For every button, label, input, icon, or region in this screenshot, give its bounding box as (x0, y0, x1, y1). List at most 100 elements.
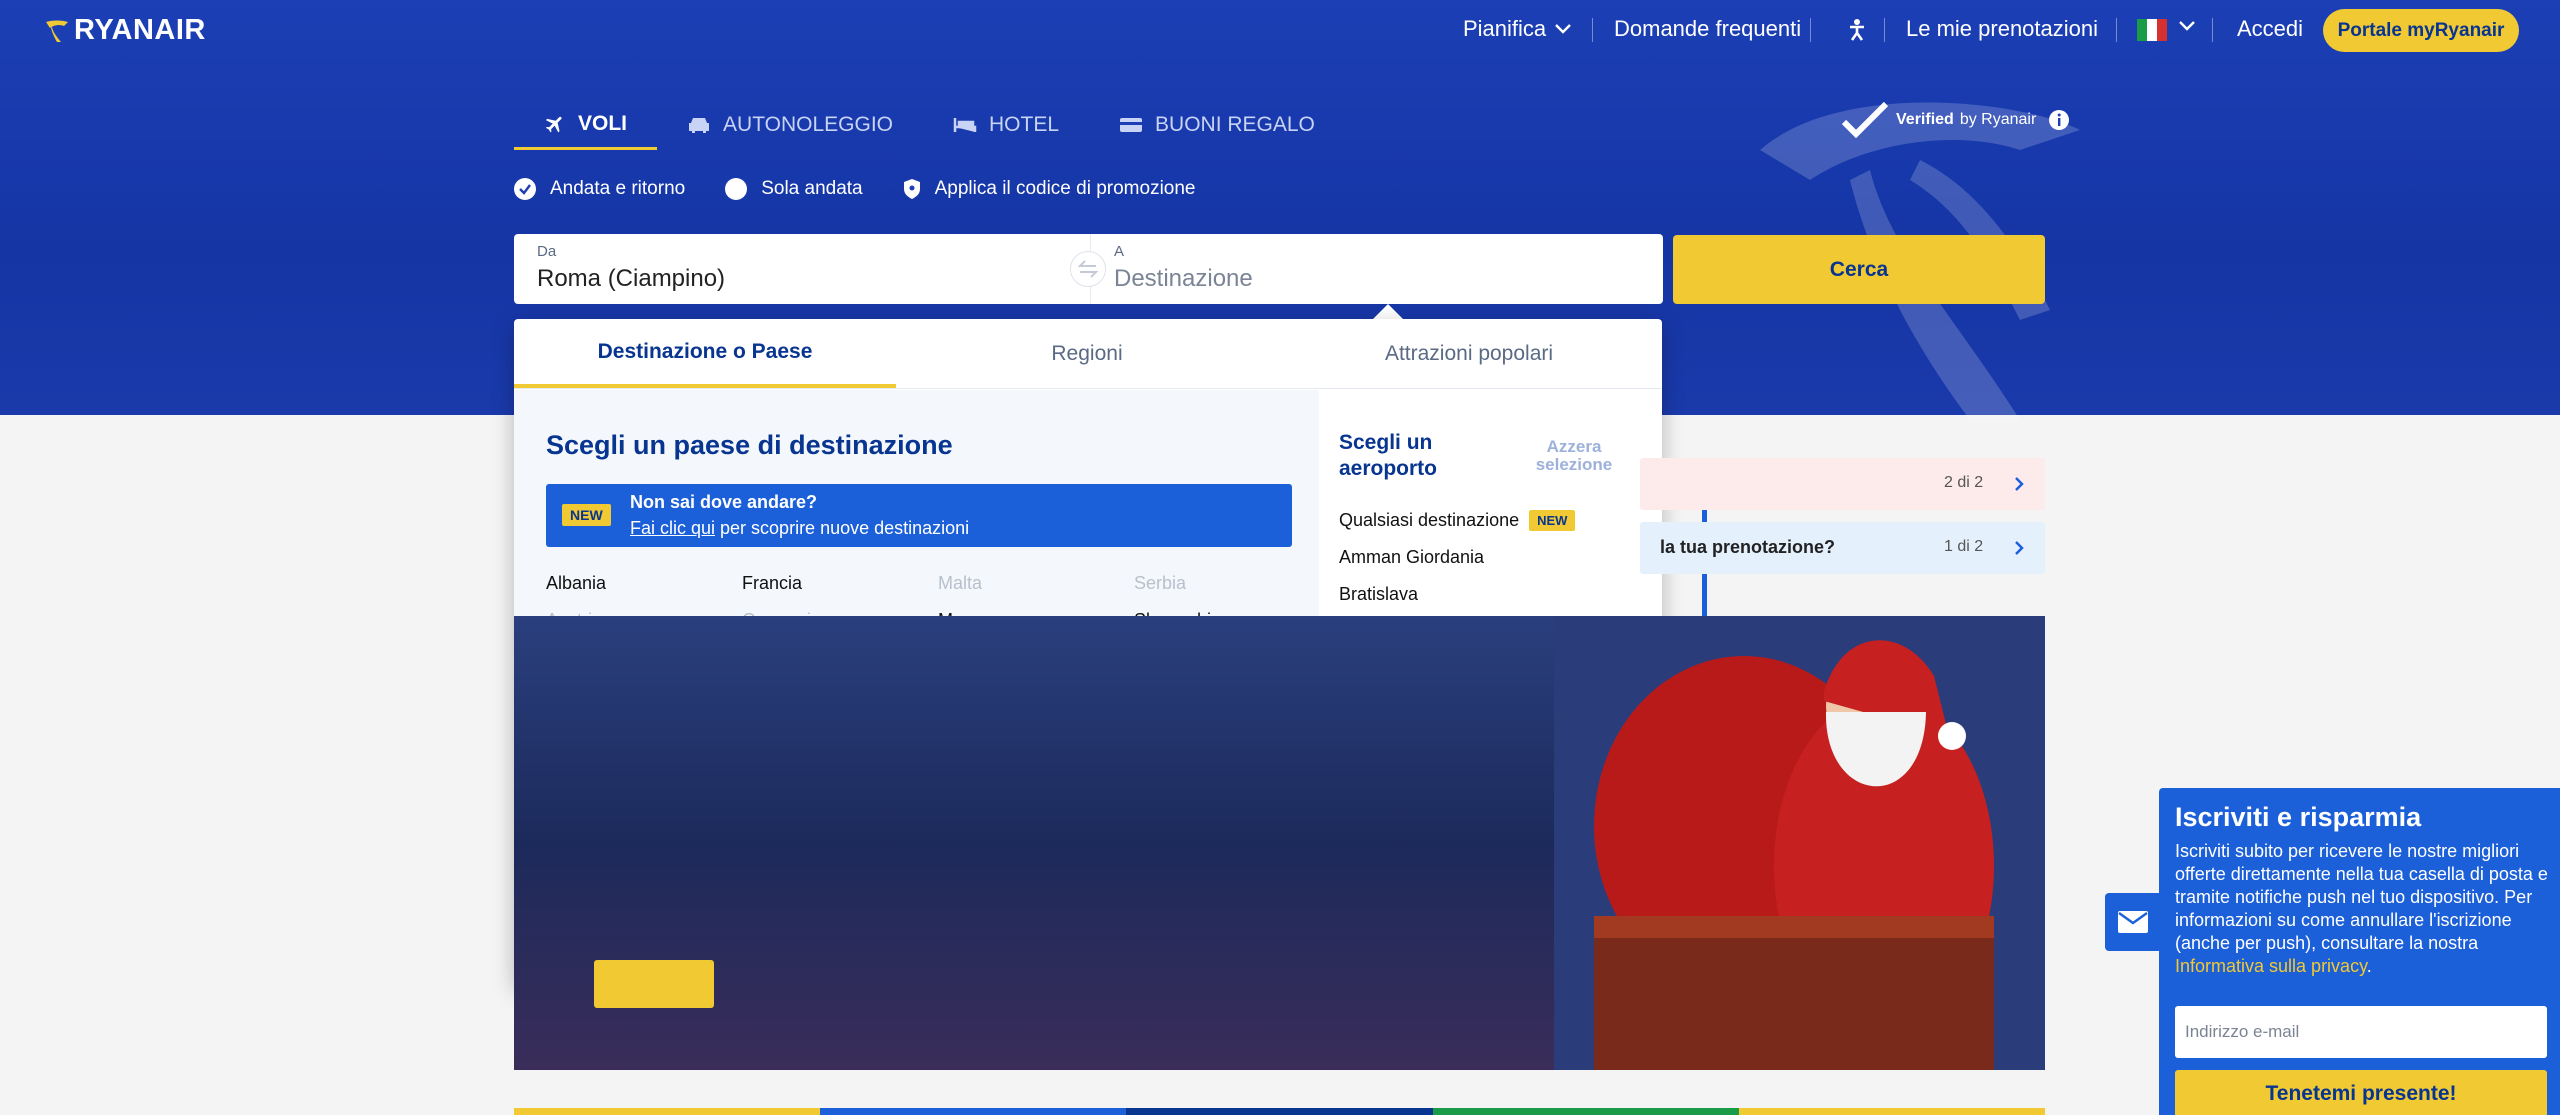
tab-popular-attractions[interactable]: Attrazioni popolari (1278, 319, 1660, 388)
notice-2-text: la tua prenotazione? (1660, 537, 1836, 557)
nav-faq[interactable]: Domande frequenti (1614, 16, 1801, 42)
login-label: Accedi (2237, 16, 2304, 41)
origin-field[interactable]: Da Roma (Ciampino) (514, 234, 1090, 304)
verified-badge: Verified by Ryanair (1840, 100, 2070, 140)
destination-placeholder: Destinazione (1114, 265, 1253, 292)
new-badge: NEW (1529, 510, 1576, 531)
banner-title: Non sai dove andare? (630, 492, 818, 512)
info-icon[interactable] (2048, 109, 2070, 131)
country-item: Serbia (1134, 573, 1187, 593)
bed-icon (953, 118, 977, 132)
christmas-promo-banner[interactable] (514, 616, 2045, 1070)
tab-car-label: AUTONOLEGGIO (723, 113, 893, 136)
destination-field[interactable]: A Destinazione (1090, 234, 1663, 304)
airport-item[interactable]: Qualsiasi destinazione NEW (1339, 502, 1576, 539)
accessibility-button[interactable] (1838, 18, 1868, 42)
tab-destination-country[interactable]: Destinazione o Paese (514, 319, 896, 388)
airport-item[interactable]: Amman Giordania (1339, 539, 1575, 576)
trip-options: Andata e ritorno Sola andata Applica il … (514, 178, 1236, 200)
privacy-link[interactable]: Informativa sulla privacy (2175, 956, 2367, 976)
newsletter-body: Iscriviti subito per ricevere le nostre … (2175, 840, 2553, 978)
harp-icon (46, 20, 68, 42)
chevron-right-icon[interactable] (2013, 475, 2025, 493)
gift-card-icon (1120, 118, 1143, 132)
subscribe-button[interactable]: Tenetemi presente! (2175, 1070, 2547, 1115)
country-item[interactable]: Albania (546, 570, 742, 596)
tab-regions[interactable]: Regioni (896, 319, 1278, 388)
airport-label: Amman Giordania (1339, 547, 1485, 567)
dropdown-pointer (1373, 304, 1403, 319)
newsletter-toggle[interactable] (2105, 893, 2161, 951)
discover-banner[interactable]: NEW Non sai dove andare? Fai clic qui pe… (546, 484, 1292, 547)
origin-label: Da (537, 243, 557, 260)
new-badge: NEW (562, 504, 611, 526)
radio-oneway[interactable]: Sola andata (725, 178, 863, 200)
nav-plan[interactable]: Pianifica (1463, 16, 1572, 42)
myryanair-portal-button[interactable]: Portale myRyanair (2323, 9, 2519, 52)
divider (2116, 18, 2117, 42)
newsletter-signup: Iscriviti e risparmia Iscriviti subito p… (2159, 788, 2560, 1115)
promo-code-toggle[interactable]: Applica il codice di promozione (903, 178, 1196, 200)
notice-1-pager: 2 di 2 (1944, 474, 1984, 491)
newsletter-title: Iscriviti e risparmia (2175, 802, 2422, 832)
radio-unchecked-icon (725, 178, 748, 200)
chevron-right-icon[interactable] (2013, 539, 2025, 557)
accessibility-icon (1850, 19, 1864, 41)
verified-by: by Ryanair (1959, 111, 2037, 128)
newsletter-text: Iscriviti subito per ricevere le nostre … (2175, 841, 2548, 953)
notice-2-pager: 1 di 2 (1944, 538, 1984, 555)
nav-bookings-label: Le mie prenotazioni (1906, 16, 2099, 41)
divider (1810, 18, 1811, 42)
radio-oneway-label: Sola andata (761, 178, 863, 199)
radio-checked-icon (514, 178, 536, 200)
envelope-icon (2118, 911, 2148, 933)
santa-illustration (1554, 616, 2045, 1070)
nav-plan-label: Pianifica (1463, 16, 1547, 41)
ryanair-logo[interactable]: RYANAIR (44, 14, 206, 47)
top-navigation: RYANAIR Pianifica Domande frequenti Le m… (0, 0, 2560, 60)
plane-icon (545, 116, 562, 132)
country-panel-title: Scegli un paese di destinazione (546, 430, 953, 460)
chevron-down-icon (2179, 21, 2195, 31)
promo-code-label: Applica il codice di promozione (934, 178, 1196, 199)
tab-gift-vouchers[interactable]: BUONI REGALO (1089, 100, 1345, 150)
nav-my-bookings[interactable]: Le mie prenotazioni (1906, 16, 2098, 42)
airport-item[interactable]: Bratislava (1339, 576, 1575, 613)
tab-flights-label: VOLI (578, 111, 628, 135)
tab-flights[interactable]: VOLI (514, 100, 658, 150)
banner-link[interactable]: Fai clic qui (630, 518, 715, 538)
email-input[interactable]: Indirizzo e-mail (2175, 1006, 2547, 1058)
search-button[interactable]: Cerca (1673, 235, 2045, 304)
banner-suffix: per scoprire nuove destinazioni (715, 518, 970, 538)
car-icon (689, 118, 710, 133)
banner-text: Fai clic qui per scoprire nuove destinaz… (630, 518, 969, 539)
promo-cta-button[interactable] (594, 960, 714, 1008)
reset-selection-button[interactable]: Azzera selezione (1519, 438, 1629, 474)
airport-label: Qualsiasi destinazione (1339, 510, 1520, 530)
divider (1592, 18, 1593, 42)
destination-label: A (1114, 243, 1125, 260)
notice-2[interactable]: la tua prenotazione? 1 di 2 (1640, 522, 2045, 574)
chevron-down-icon (1555, 24, 1572, 34)
country-item[interactable]: Francia (742, 570, 938, 596)
airport-label: Bratislava (1339, 584, 1419, 604)
country-item: Malta (938, 573, 983, 593)
italian-flag-icon[interactable] (2137, 19, 2167, 41)
verified-label: Verified (1896, 111, 1954, 128)
login-link[interactable]: Accedi (2237, 16, 2303, 42)
shield-tag-icon (903, 179, 920, 199)
airport-panel-title: Scegli un aeroporto (1339, 431, 1438, 480)
radio-return[interactable]: Andata e ritorno (514, 178, 685, 200)
tab-hotel-label: HOTEL (989, 113, 1060, 136)
color-stripe (514, 1108, 2046, 1115)
divider (1884, 18, 1885, 42)
origin-value: Roma (Ciampino) (537, 265, 726, 292)
product-tabs: VOLI AUTONOLEGGIO HOTEL BUONI REGALO (514, 100, 1345, 150)
notice-1[interactable]: 2 di 2 (1640, 458, 2045, 510)
tab-car-rental[interactable]: AUTONOLEGGIO (657, 100, 923, 150)
tab-hotel[interactable]: HOTEL (923, 100, 1089, 150)
divider (2212, 18, 2213, 42)
checkmark-icon (1841, 101, 1889, 139)
swap-airports-button[interactable] (1070, 251, 1106, 287)
language-dropdown[interactable] (2170, 20, 2196, 32)
